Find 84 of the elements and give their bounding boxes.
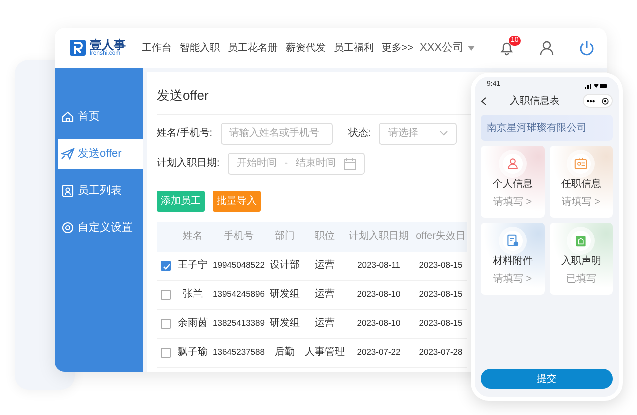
nav-link[interactable]: 员工福利 — [334, 40, 374, 56]
table-cell-text: 余雨茵 — [177, 316, 209, 331]
logo-text: 壹人事 — [90, 39, 126, 51]
power-icon[interactable] — [579, 40, 595, 56]
table-cell-text: 13645237588 — [212, 346, 266, 359]
table-cell-text: 2023-08-11 — [356, 259, 402, 272]
settings-icon — [61, 221, 75, 235]
table-cell-text: 张兰 — [182, 288, 204, 302]
back-icon[interactable] — [481, 96, 487, 106]
more-icon — [587, 100, 596, 102]
card-status: 已填写 — [566, 272, 596, 287]
nav-link[interactable]: 智能入职 — [180, 40, 220, 56]
end-placeholder: 结束时间 — [296, 156, 336, 171]
calendar-icon — [344, 158, 356, 170]
nav-link[interactable]: 员工花名册 — [228, 40, 278, 56]
card-status: 请填写 > — [562, 196, 601, 210]
table-cell-text: 2023-07-28 — [418, 346, 464, 359]
table-cell-text: 研发组 — [269, 317, 301, 331]
capsule-menu[interactable] — [583, 94, 613, 108]
table-cell-text: 运营 — [314, 288, 336, 302]
sidebar-item[interactable]: 发送offer — [55, 139, 143, 169]
user-icon[interactable] — [539, 40, 555, 56]
nav-link[interactable]: 更多>> — [382, 40, 414, 56]
form-card[interactable]: 个人信息 请填写 > — [481, 146, 544, 218]
table-cell-text: 飘子瑜 — [177, 346, 209, 360]
paper-plane-icon — [61, 147, 75, 161]
table-cell-text: 2023-08-15 — [418, 259, 464, 272]
table-cell-text: 运营 — [314, 316, 336, 331]
card-title: 任职信息 — [561, 178, 602, 192]
select-placeholder: 请选择 — [388, 126, 418, 141]
row-checkbox[interactable] — [161, 290, 171, 300]
field-label: 状态: — [348, 126, 372, 141]
card-title: 材料附件 — [492, 254, 533, 269]
form-card[interactable]: 材料附件 请填写 > — [481, 223, 544, 295]
nav-link[interactable]: 工作台 — [142, 40, 172, 56]
row-checkbox[interactable] — [161, 318, 171, 328]
card-status: 请填写 > — [493, 196, 532, 210]
column-header: offer失效日 — [415, 230, 467, 244]
table-cell-text: 13825413389 — [212, 317, 266, 330]
company-dropdown[interactable]: XXX公司 — [420, 40, 475, 56]
screen-title: 入职信息表 — [510, 94, 560, 108]
sidebar-item[interactable]: 自定义设置 — [55, 213, 143, 243]
company-name: XXX公司 — [420, 40, 464, 56]
row-checkbox[interactable] — [161, 348, 171, 358]
home-icon — [61, 110, 75, 124]
table-cell-text: 13954245896 — [212, 288, 266, 301]
table-cell-text: 2023-08-10 — [356, 317, 402, 330]
company-banner: 南京星河璀璨有限公司 — [481, 115, 613, 141]
column-header: 职位 — [314, 230, 336, 244]
id-badge-icon — [61, 184, 75, 198]
status-icons — [585, 82, 607, 88]
sidebar-item[interactable]: 员工列表 — [55, 176, 143, 206]
start-placeholder: 开始时间 — [236, 156, 277, 171]
logo-icon — [70, 40, 86, 56]
table-cell-text: 2023-08-15 — [418, 317, 464, 330]
card-status: 请填写 > — [493, 272, 532, 287]
form-card[interactable]: 入职声明 已填写 — [550, 223, 613, 295]
table-cell-text: 后勤 — [274, 346, 296, 360]
nav-link[interactable]: 薪资代发 — [286, 40, 326, 56]
table-cell-text: 2023-08-15 — [418, 288, 464, 301]
chevron-icon — [440, 131, 448, 136]
field-label: 姓名/手机号: — [157, 126, 213, 141]
table-cell-text: 设计部 — [269, 258, 301, 273]
column-header: 部门 — [274, 230, 296, 244]
table-cell-text: 人事管理 — [304, 346, 346, 360]
form-card[interactable]: 任职信息 请填写 > — [550, 146, 613, 218]
card-title: 入职声明 — [561, 254, 602, 269]
table-cell-text: 2023-07-22 — [356, 346, 402, 359]
sidebar-item[interactable]: 首页 — [55, 102, 143, 132]
caret-icon — [468, 46, 475, 50]
table-cell-text: 2023-08-10 — [356, 288, 402, 301]
submit-button[interactable]: 提交 — [481, 369, 613, 389]
column-header: 手机号 — [223, 230, 255, 244]
field-label: 计划入职日期: — [157, 156, 220, 171]
row-checkbox[interactable] — [161, 260, 171, 270]
column-header: 计划入职日期 — [348, 230, 410, 244]
card-title: 个人信息 — [492, 178, 533, 192]
table-cell-text: 研发组 — [269, 288, 301, 302]
range-separator: - — [284, 157, 288, 171]
table-cell-text: 王子宁 — [177, 258, 209, 273]
table-cell-text: 运营 — [314, 258, 336, 273]
close-icon — [602, 98, 609, 104]
column-header: 姓名 — [182, 230, 204, 244]
table-cell-text: 19945048522 — [212, 259, 266, 272]
